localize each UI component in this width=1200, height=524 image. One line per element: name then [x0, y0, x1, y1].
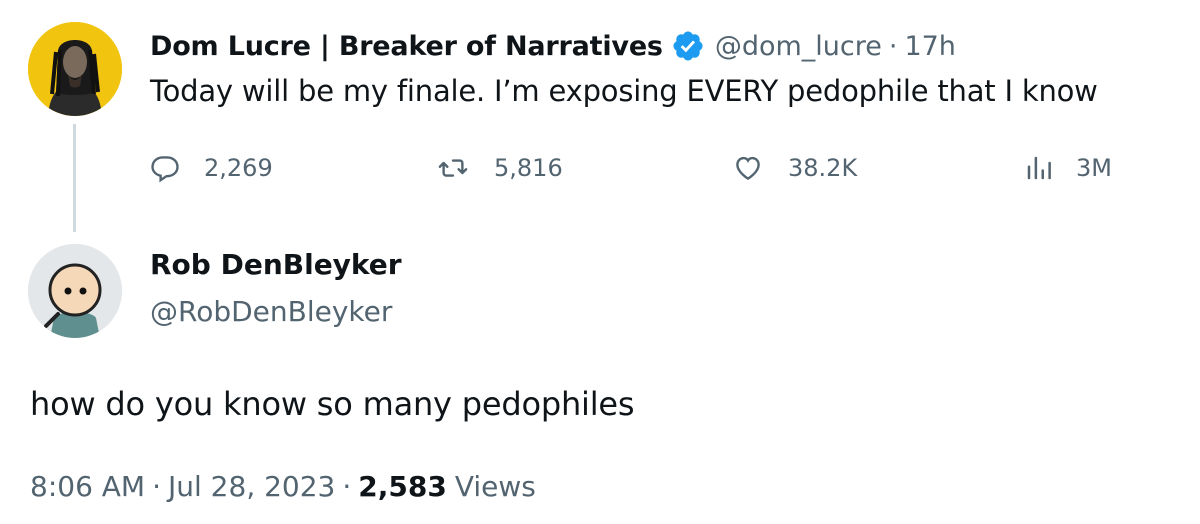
- reply-meta-row: 8:06 AM · Jul 28, 2023 · 2,583 Views: [30, 470, 536, 503]
- retweet-icon: [438, 159, 468, 177]
- meta-separator: ·: [888, 30, 898, 62]
- retweet-count: 5,816: [494, 154, 563, 182]
- avatar-dom-lucre[interactable]: [28, 22, 122, 116]
- reply-count: 2,269: [204, 154, 273, 182]
- parent-tweet-header: Dom Lucre | Breaker of Narratives @dom_l…: [150, 24, 956, 68]
- parent-handle[interactable]: @dom_lucre: [715, 31, 882, 62]
- reply-bubble-icon: [151, 156, 179, 183]
- like-count: 38.2K: [788, 154, 858, 182]
- reply-views-label: Views: [454, 470, 536, 503]
- meta-separator: ·: [342, 470, 352, 503]
- views-count: 3M: [1076, 154, 1112, 182]
- reply-tweet-text: how do you know so many pedophiles: [30, 385, 635, 423]
- reply-date[interactable]: Jul 28, 2023: [168, 470, 335, 503]
- heart-icon: [736, 156, 760, 181]
- verified-badge-icon: [671, 29, 705, 63]
- like-button[interactable]: 38.2K: [732, 148, 857, 188]
- reply-display-name[interactable]: Rob DenBleyker: [150, 248, 402, 281]
- meta-separator: ·: [152, 470, 161, 503]
- reply-views-count: 2,583: [358, 470, 447, 503]
- parent-time-ago[interactable]: 17h: [904, 31, 955, 62]
- thread-connector-line: [73, 124, 76, 232]
- views-button[interactable]: 3M: [1024, 148, 1112, 188]
- analytics-bars-icon: [1027, 156, 1051, 180]
- parent-display-name[interactable]: Dom Lucre | Breaker of Narratives: [150, 31, 663, 62]
- avatar-figure-icon: [28, 22, 122, 116]
- parent-tweet-text: Today will be my finale. I’m exposing EV…: [150, 74, 1098, 108]
- reply-time[interactable]: 8:06 AM: [30, 470, 145, 503]
- retweet-button[interactable]: 5,816: [436, 148, 563, 188]
- reply-button[interactable]: 2,269: [150, 148, 273, 188]
- cartoon-avatar-icon: [28, 244, 122, 338]
- reply-handle[interactable]: @RobDenBleyker: [150, 295, 392, 328]
- avatar-rob-denbleyker[interactable]: [28, 244, 122, 338]
